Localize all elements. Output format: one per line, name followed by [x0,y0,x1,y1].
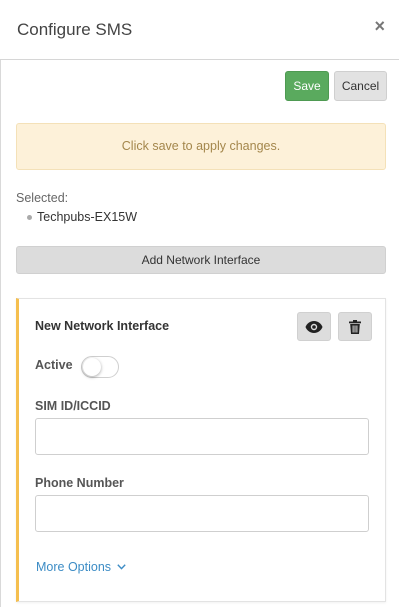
page-title: Configure SMS [17,20,133,39]
active-label: Active [35,358,73,372]
info-alert: Click save to apply changes. [16,123,386,170]
action-bar: Save Cancel [285,71,387,101]
selected-label: Selected: [16,191,69,205]
active-toggle[interactable] [81,356,119,378]
chevron-down-icon [117,564,126,570]
sim-id-input[interactable] [35,418,369,455]
panel-header: Configure SMS × [0,0,399,60]
more-options-link[interactable]: More Options [36,560,126,574]
selected-device-name: Techpubs-EX15W [37,210,138,224]
add-network-interface-button[interactable]: Add Network Interface [16,246,386,274]
card-title: New Network Interface [35,319,170,333]
phone-number-label: Phone Number [35,476,124,490]
configure-sms-panel: Configure SMS × Save Cancel Click save t… [0,0,399,607]
sim-id-label: SIM ID/ICCID [35,399,111,413]
toggle-knob [83,358,101,376]
save-button[interactable]: Save [285,71,329,101]
selected-device-item: Techpubs-EX15W [27,210,137,224]
trash-icon [349,319,361,334]
panel-divider [0,60,1,607]
view-button[interactable] [297,312,331,341]
more-options-label: More Options [36,560,112,574]
delete-button[interactable] [338,312,372,341]
phone-number-input[interactable] [35,495,369,532]
close-icon[interactable]: × [374,16,385,36]
cancel-button[interactable]: Cancel [334,71,387,101]
network-interface-card: New Network Interface Active SIM ID/ICCI… [16,298,386,602]
bullet-icon [27,214,32,220]
eye-icon [305,320,323,333]
